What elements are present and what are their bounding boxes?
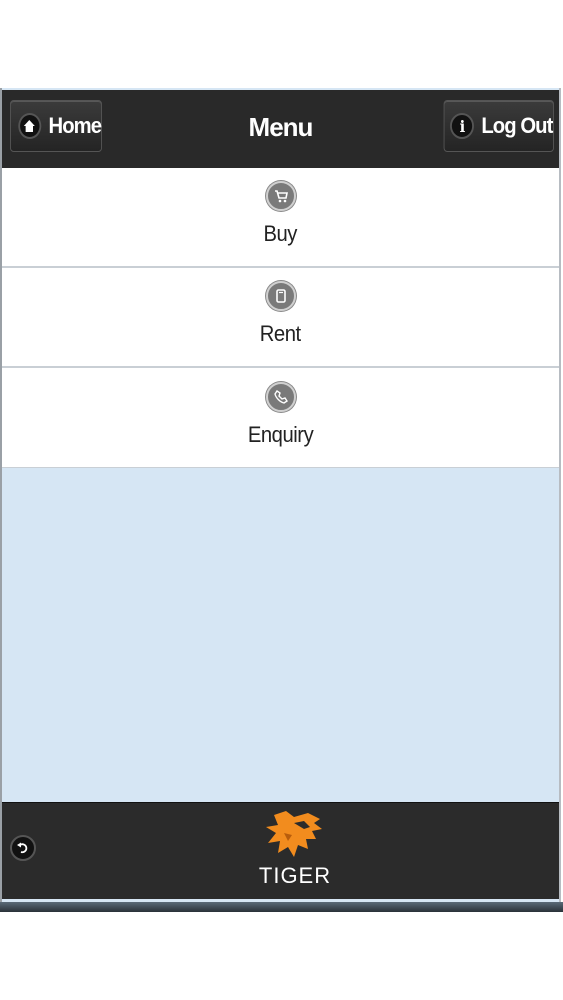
logout-button[interactable]: i Log Out: [443, 100, 554, 152]
header-bar: Home Menu i Log Out: [2, 90, 559, 169]
menu-item-enquiry[interactable]: Enquiry: [2, 368, 559, 468]
info-icon: i: [450, 113, 474, 139]
menu-item-rent[interactable]: Rent: [2, 268, 559, 368]
back-icon[interactable]: [10, 835, 36, 861]
menu-item-buy[interactable]: Buy: [2, 168, 559, 268]
logo-text: TIGER: [258, 863, 332, 888]
app-window: Home Menu i Log Out Buy Rent Enquiry TIG…: [0, 88, 561, 912]
menu-item-label: Enquiry: [247, 421, 314, 447]
logout-button-label: Log Out: [481, 113, 553, 138]
phone-icon: [265, 381, 296, 412]
tablet-icon: [265, 281, 296, 311]
menu-item-label: Rent: [260, 321, 301, 346]
tiger-logo: TIGER: [258, 809, 332, 895]
menu-item-label: Buy: [263, 221, 298, 246]
tiger-head-icon: [266, 811, 322, 857]
window-bottom-edge: [0, 902, 563, 912]
footer-bar: TIGER: [2, 802, 559, 899]
menu-list: Buy Rent Enquiry: [2, 168, 559, 468]
cart-icon: [265, 181, 296, 211]
